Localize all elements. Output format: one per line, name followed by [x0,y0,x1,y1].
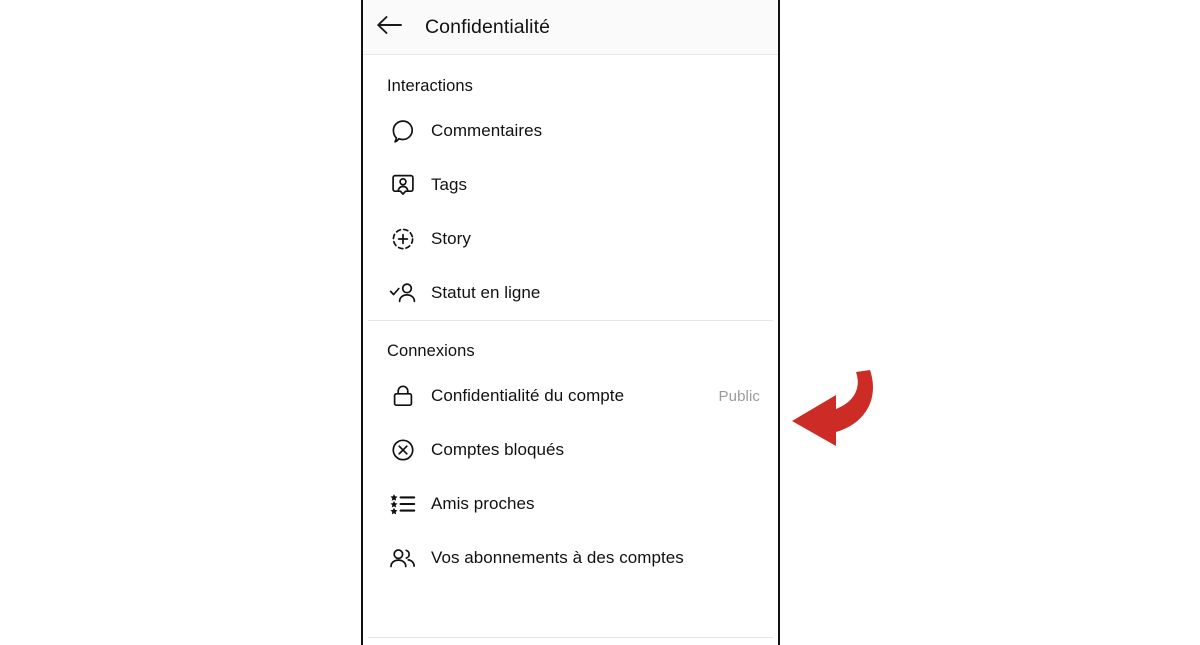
row-amis-proches[interactable]: Amis proches [363,477,778,531]
section-title-interactions: Interactions [387,77,473,95]
row-label: Tags [431,175,468,194]
row-vos-abonnements-a-des-comptes[interactable]: Vos abonnements à des comptes [363,531,778,585]
people-icon [387,542,419,574]
phone-frame: Confidentialité Interactions Commentaire… [361,0,780,645]
section-title-connexions: Connexions [387,342,475,360]
back-button[interactable] [363,0,415,55]
lock-icon [387,380,419,412]
app-header: Confidentialité [363,0,778,55]
row-label: Confidentialité du compte [431,386,625,405]
row-confidentialite-du-compte[interactable]: Confidentialité du compte Public [363,369,778,423]
row-commentaires[interactable]: Commentaires [363,104,778,158]
section-interactions: Interactions Commentaires Tags Story Sta… [363,55,778,320]
arrow-left-icon [376,14,403,41]
person-check-icon [387,277,419,309]
row-label: Vos abonnements à des comptes [431,548,684,567]
row-label: Story [431,229,471,248]
row-label: Statut en ligne [431,283,541,302]
star-list-icon [387,488,419,520]
row-tags[interactable]: Tags [363,158,778,212]
row-statut-en-ligne[interactable]: Statut en ligne [363,266,778,320]
bottom-divider [368,637,773,638]
comment-bubble-icon [387,115,419,147]
tag-person-icon [387,169,419,201]
circle-x-icon [387,434,419,466]
row-comptes-bloques[interactable]: Comptes bloqués [363,423,778,477]
row-story[interactable]: Story [363,212,778,266]
row-label: Comptes bloqués [431,440,565,459]
section-connexions: Connexions Confidentialité du compte Pub… [363,320,778,585]
story-plus-circle-icon [387,223,419,255]
row-label: Amis proches [431,494,535,513]
row-label: Commentaires [431,121,543,140]
account-privacy-value: Public [718,387,760,405]
page-title: Confidentialité [425,15,551,38]
